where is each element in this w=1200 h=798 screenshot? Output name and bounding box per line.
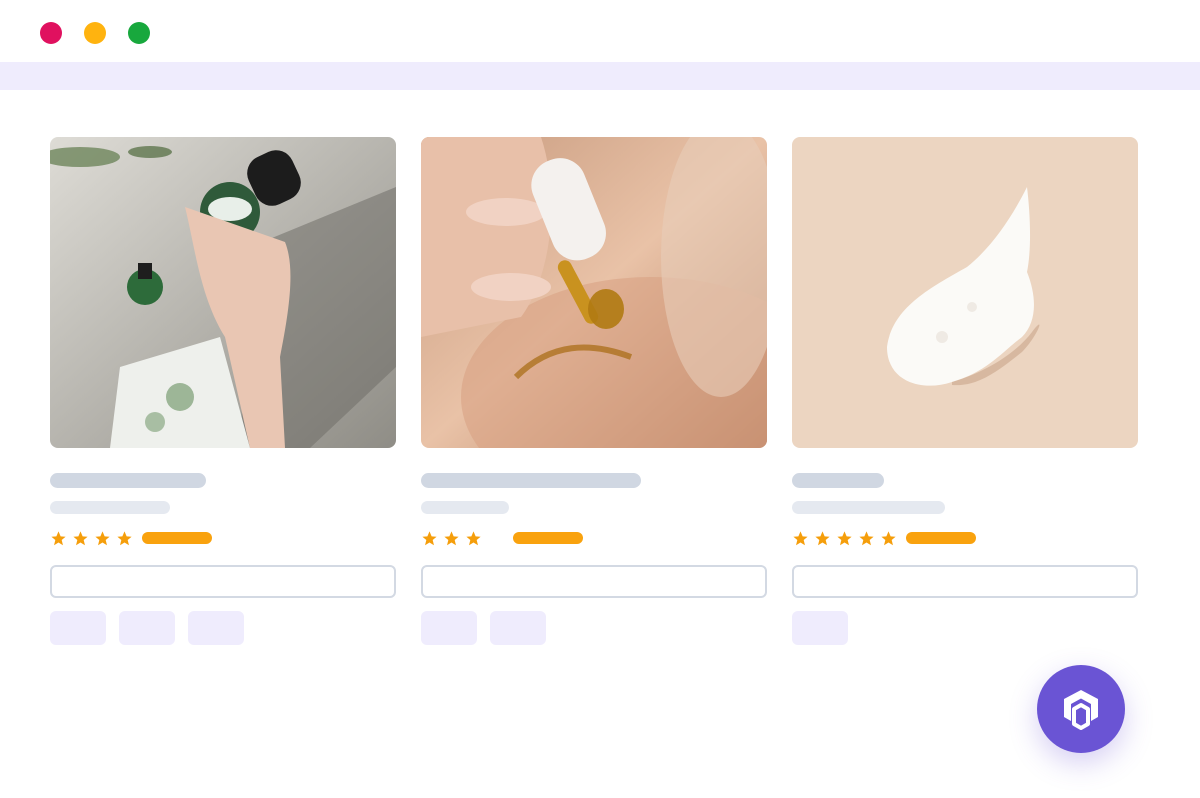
option-chip[interactable] bbox=[490, 611, 546, 645]
option-chip[interactable] bbox=[119, 611, 175, 645]
floating-action-button[interactable] bbox=[1037, 665, 1125, 753]
option-chip[interactable] bbox=[50, 611, 106, 645]
star-icon bbox=[51, 530, 66, 545]
product-image[interactable] bbox=[792, 137, 1138, 448]
product-title-placeholder bbox=[50, 473, 206, 488]
price-placeholder bbox=[513, 532, 583, 544]
add-to-cart-field[interactable] bbox=[50, 565, 396, 598]
star-icon bbox=[881, 530, 896, 545]
star-icon bbox=[95, 530, 110, 545]
product-title-placeholder bbox=[421, 473, 641, 488]
product-card[interactable] bbox=[421, 137, 767, 645]
star-icon bbox=[466, 530, 481, 545]
product-card[interactable] bbox=[792, 137, 1138, 645]
option-chip[interactable] bbox=[188, 611, 244, 645]
price-placeholder bbox=[906, 532, 976, 544]
product-subtitle-placeholder bbox=[421, 501, 509, 514]
rating-row bbox=[792, 527, 1138, 549]
minimize-window-dot[interactable] bbox=[84, 22, 106, 44]
price-placeholder bbox=[142, 532, 212, 544]
product-card[interactable] bbox=[50, 137, 396, 645]
product-subtitle-placeholder bbox=[792, 501, 945, 514]
cube-logo-icon bbox=[1064, 690, 1098, 730]
rating-row bbox=[421, 527, 767, 549]
rating-row bbox=[50, 527, 396, 549]
star-icon bbox=[815, 530, 830, 545]
star-icon bbox=[422, 530, 437, 545]
star-icon bbox=[444, 530, 459, 545]
product-image[interactable] bbox=[50, 137, 396, 448]
maximize-window-dot[interactable] bbox=[128, 22, 150, 44]
add-to-cart-field[interactable] bbox=[421, 565, 767, 598]
add-to-cart-field[interactable] bbox=[792, 565, 1138, 598]
browser-window bbox=[0, 0, 1200, 798]
product-subtitle-placeholder bbox=[50, 501, 170, 514]
star-icon bbox=[793, 530, 808, 545]
star-icon bbox=[73, 530, 88, 545]
star-icon bbox=[117, 530, 132, 545]
star-icon bbox=[837, 530, 852, 545]
star-icon bbox=[859, 530, 874, 545]
address-bar[interactable] bbox=[0, 62, 1200, 90]
close-window-dot[interactable] bbox=[40, 22, 62, 44]
product-title-placeholder bbox=[792, 473, 884, 488]
option-chip[interactable] bbox=[792, 611, 848, 645]
option-chip[interactable] bbox=[421, 611, 477, 645]
product-image[interactable] bbox=[421, 137, 767, 448]
